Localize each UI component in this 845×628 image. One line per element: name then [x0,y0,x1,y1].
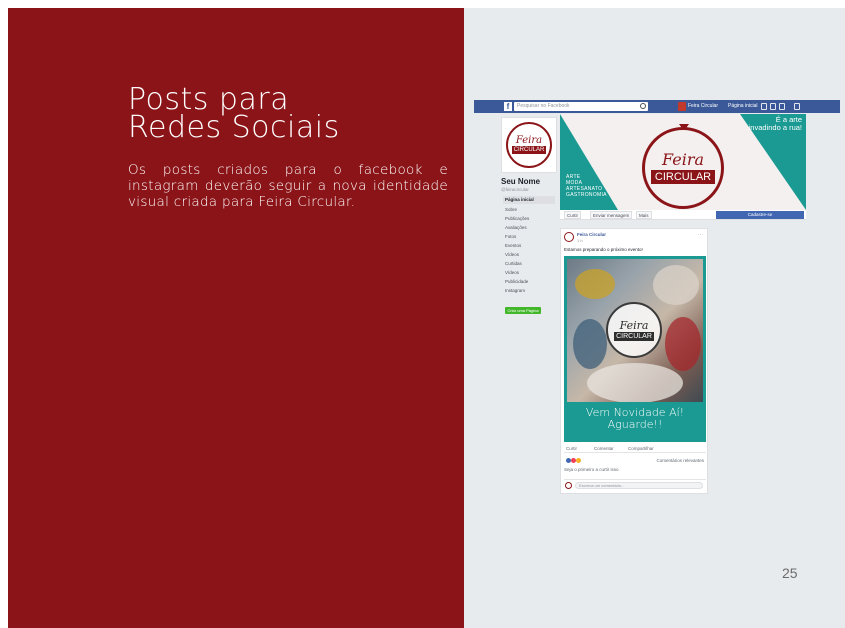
post-logo-top: Feira [619,318,649,332]
topbar-user-label: Feira Circular [688,103,719,109]
messages-icon [770,103,776,110]
more-button: Mais [636,211,652,219]
cover-photo: Feira CIRCULAR É a arte invadindo a rua!… [560,114,806,210]
post-image: Feira CIRCULAR Vem Novidade Aí! Aguarde!… [564,256,706,442]
post-stats: Comentários relevantes [564,457,706,465]
sidebar-item-ads: Publicidade [505,279,529,284]
photo-shape [587,363,683,402]
slide-description: Os posts criados para o facebook e insta… [128,162,448,210]
post-logo-bottom: CIRCULAR [614,331,654,341]
page-action-bar: Curtir Enviar mensagem Mais Cadastre-se [560,210,806,220]
page-handle: @feiracircular [501,187,529,192]
sidebar-item-reviews: Avaliações [505,225,527,230]
profile-logo-top: Feira [515,135,543,146]
sidebar-item-about: Sobre [505,207,518,212]
comment-avatar [565,482,572,489]
post-comment-button: Comentar [594,446,614,451]
cover-words: ARTE MODA ARTESANATO GASTRONOMIA [566,174,607,198]
photo-shape [653,265,699,305]
send-message-button: Enviar mensagem [590,211,633,219]
sidebar-item-instagram: Instagram [505,288,526,293]
sidebar-item-posts: Publicações [505,216,530,221]
comment-box: Escreva um comentário... [564,479,706,490]
cover-word: GASTRONOMIA [566,192,607,198]
friends-icon [761,103,767,110]
slide-title: Posts para Redes Sociais [128,85,340,145]
profile-picture: Feira CIRCULAR [501,117,557,173]
facebook-page-mockup: f Pesquisar no Facebook Feira Circular P… [474,100,840,500]
sidebar-item-likes: Curtidas [505,261,522,266]
search-placeholder: Pesquisar no Facebook [517,103,570,109]
comment-input: Escreva um comentário... [575,482,703,489]
facebook-sidebar: Feira CIRCULAR Seu Nome @feiracircular P… [501,114,559,324]
post-author-avatar [564,232,574,242]
page-number: 25 [782,565,798,581]
search-icon [640,103,646,109]
photo-shape [573,319,607,369]
user-avatar [678,102,686,111]
document-page: Posts para Redes Sociais Os posts criado… [0,0,845,628]
slide-title-line2: Redes Sociais [128,110,340,145]
post-share-button: Compartilhar [628,446,654,451]
event-photo: Feira CIRCULAR [567,259,703,402]
profile-logo-bottom: CIRCULAR [511,146,547,154]
post-caption: Estamos preparando o próximo evento! [564,247,643,252]
like-page-button: Curtir [564,211,581,219]
topbar-home-label: Página inicial [728,103,758,109]
help-icon [794,103,800,110]
post-action-bar: Curtir Comentar Compartilhar [564,445,706,453]
sidebar-item-videos: Vídeos [505,252,520,257]
post-like-button: Curtir [566,446,577,451]
relevant-comments-link: Comentários relevantes [656,458,704,463]
cover-logo: Feira CIRCULAR [642,127,724,209]
facebook-post: Feira Circular 1 h ··· Estamos preparand… [560,228,708,494]
page-name: Seu Nome [501,177,541,186]
post-author: Feira Circular [577,232,607,237]
post-headline: Vem Novidade Aí! Aguarde!! [585,406,685,431]
sidebar-item-events: Eventos [505,243,522,248]
sidebar-item-videos-2: Vídeos [505,270,520,275]
photo-shape [665,317,701,371]
facebook-search-input: Pesquisar no Facebook [514,102,648,111]
facebook-topbar: f Pesquisar no Facebook Feira Circular P… [474,100,840,113]
create-page-button: Criar uma Página [505,307,541,314]
cover-logo-bottom: CIRCULAR [650,170,716,184]
feira-circular-logo: Feira CIRCULAR [506,122,552,168]
cover-tagline: É a arte invadindo a rua! [748,115,802,132]
cover-logo-top: Feira [662,150,704,169]
post-time: 1 h [577,238,583,243]
post-liked-by: Seja o primeiro a curtir isso [564,467,619,472]
signup-button: Cadastre-se [716,211,804,219]
notifications-icon [779,103,785,110]
post-menu-icon: ··· [698,232,703,238]
photo-shape [575,269,615,299]
facebook-logo-icon: f [504,102,512,111]
comment-placeholder: Escreva um comentário... [579,483,625,488]
sidebar-item-home: Página inicial [503,196,555,204]
haha-reaction-icon [576,458,581,463]
post-logo: Feira CIRCULAR [606,302,662,358]
sidebar-item-photos: Fotos [505,234,517,239]
